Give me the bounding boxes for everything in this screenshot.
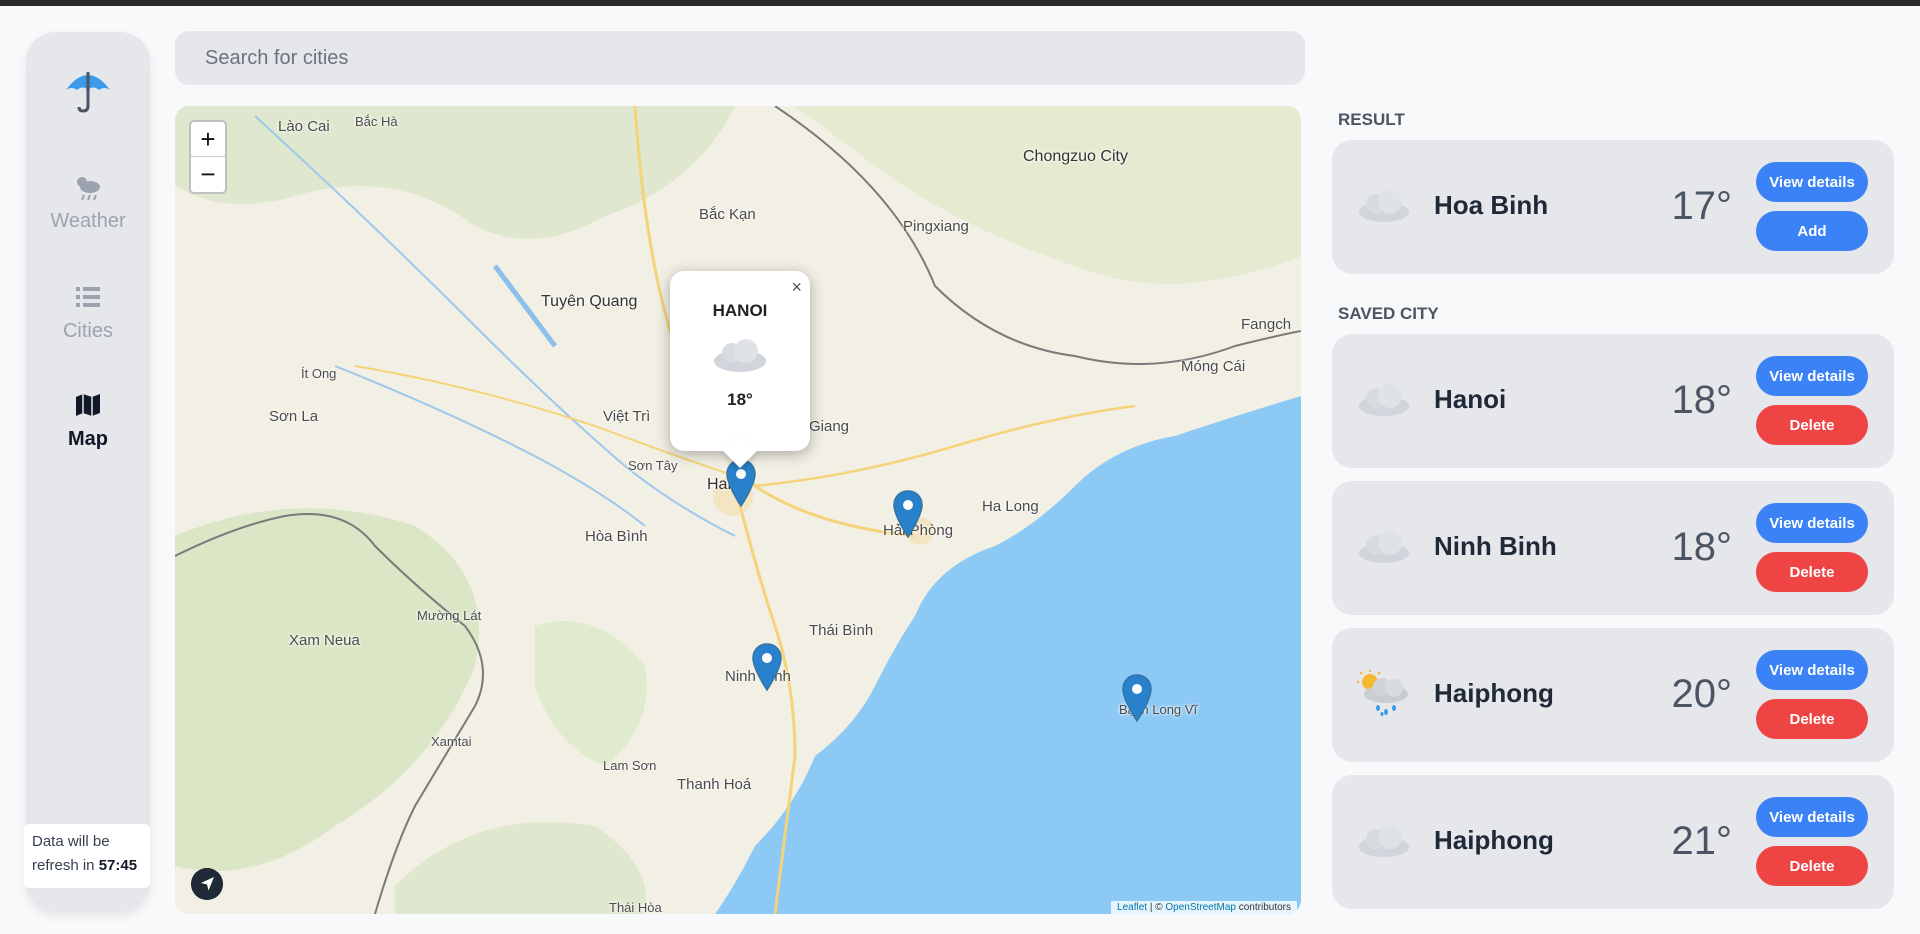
sidebar-item-cities[interactable]: Cities bbox=[26, 282, 150, 343]
view-details-button[interactable]: View details bbox=[1756, 797, 1868, 837]
map-label: Thái Bình bbox=[809, 622, 874, 639]
delete-button[interactable]: Delete bbox=[1756, 405, 1868, 445]
popup-temp: 18° bbox=[727, 390, 753, 409]
map-label: Chongzuo City bbox=[1023, 148, 1128, 165]
add-city-button[interactable]: Add bbox=[1756, 211, 1868, 251]
map-label: Bắc Kạn bbox=[699, 206, 756, 223]
cloud-icon bbox=[714, 339, 766, 372]
sidebar-item-weather[interactable]: Weather bbox=[26, 172, 150, 233]
map-popup: × HANOI 18° bbox=[670, 271, 810, 468]
zoom-control: + − bbox=[189, 120, 227, 194]
sidebar-item-label: Map bbox=[68, 428, 108, 450]
popup-close-button[interactable]: × bbox=[791, 277, 802, 298]
sidebar-item-label: Cities bbox=[62, 320, 113, 342]
map-label: Hòa Bình bbox=[585, 528, 648, 545]
saved-city-card: Haiphong 21° View details Delete bbox=[1332, 775, 1894, 909]
map-label: Ít Ong bbox=[301, 366, 337, 381]
map-label: Sơn Tây bbox=[628, 458, 678, 473]
map-label: Xamtai bbox=[431, 734, 472, 749]
delete-button[interactable]: Delete bbox=[1756, 846, 1868, 886]
saved-city-card: Hanoi 18° View details Delete bbox=[1332, 334, 1894, 468]
city-name: Hoa Binh bbox=[1434, 190, 1549, 220]
weather-icon bbox=[77, 177, 100, 201]
saved-city-card: Ninh Binh 18° View details Delete bbox=[1332, 481, 1894, 615]
map-label: Xam Neua bbox=[289, 632, 360, 649]
view-details-button[interactable]: View details bbox=[1756, 356, 1868, 396]
map-label: Việt Trì bbox=[603, 408, 651, 425]
city-name: Ninh Binh bbox=[1434, 531, 1557, 561]
view-details-button[interactable]: View details bbox=[1756, 503, 1868, 543]
map-label: Bắc Hà bbox=[355, 114, 398, 129]
city-temp: 17° bbox=[1671, 184, 1733, 228]
map-label: Giang bbox=[809, 418, 850, 435]
city-temp: 21° bbox=[1671, 819, 1733, 863]
map-label: Lam Sơn bbox=[603, 758, 657, 773]
map-label: Móng Cái bbox=[1181, 358, 1246, 375]
attribution-suffix: contributors bbox=[1238, 902, 1291, 913]
saved-city-card: Haiphong 20° View details Delete bbox=[1332, 628, 1894, 762]
city-name: Haiphong bbox=[1434, 678, 1554, 708]
city-temp: 18° bbox=[1671, 378, 1733, 422]
view-details-button[interactable]: View details bbox=[1756, 650, 1868, 690]
sidebar-item-map[interactable]: Map bbox=[26, 390, 150, 451]
map-attribution: Leaflet | © OpenStreetMap contributors bbox=[1111, 901, 1297, 914]
cloud-icon bbox=[1359, 825, 1409, 857]
cloud-icon bbox=[1359, 190, 1409, 222]
map-label: Thái Hòa bbox=[609, 900, 662, 914]
refresh-countdown: Data will be refresh in 57:45 bbox=[24, 824, 150, 888]
map-label: Mường Lát bbox=[417, 608, 482, 623]
result-card: Hoa Binh 17° View details Add bbox=[1332, 140, 1894, 274]
map-label: Ha Long bbox=[982, 498, 1039, 515]
search-input[interactable] bbox=[175, 31, 1305, 85]
map-icon bbox=[76, 394, 100, 416]
sidebar: Weather Cities Map Data will be refresh … bbox=[24, 32, 150, 912]
umbrella-logo-icon bbox=[66, 72, 110, 113]
map-label: Fangch bbox=[1241, 316, 1292, 333]
city-temp: 18° bbox=[1671, 525, 1733, 569]
city-temp: 20° bbox=[1671, 672, 1733, 716]
list-icon bbox=[76, 287, 100, 307]
sun-rain-icon bbox=[1357, 670, 1408, 716]
popup-city: HANOI bbox=[712, 301, 768, 320]
sidebar-item-label: Weather bbox=[50, 210, 126, 232]
view-details-button[interactable]: View details bbox=[1756, 162, 1868, 202]
cloud-icon bbox=[1359, 531, 1409, 563]
attribution-separator: | © bbox=[1149, 902, 1163, 913]
result-title: RESULT bbox=[1338, 110, 1405, 129]
marker-pin-icon[interactable] bbox=[750, 642, 784, 692]
city-name: Haiphong bbox=[1434, 825, 1554, 855]
map-view[interactable]: Lào Cai Bắc Hà Chongzuo City Bắc Kạn Pin… bbox=[175, 106, 1301, 914]
zoom-out-button[interactable]: − bbox=[191, 157, 225, 192]
city-name: Hanoi bbox=[1434, 384, 1507, 414]
map-label: Sơn La bbox=[269, 408, 319, 425]
delete-button[interactable]: Delete bbox=[1756, 699, 1868, 739]
map-label: Pingxiang bbox=[903, 218, 969, 235]
saved-city-title: SAVED CITY bbox=[1338, 304, 1439, 323]
top-bar bbox=[0, 0, 1920, 6]
delete-button[interactable]: Delete bbox=[1756, 552, 1868, 592]
leaflet-link[interactable]: Leaflet bbox=[1117, 902, 1147, 913]
map-label: Lào Cai bbox=[278, 118, 330, 135]
cloud-icon bbox=[1359, 384, 1409, 416]
map-label: Tuyên Quang bbox=[541, 293, 638, 310]
marker-pin-icon[interactable] bbox=[1120, 673, 1154, 723]
marker-pin-icon[interactable] bbox=[891, 489, 925, 539]
osm-link[interactable]: OpenStreetMap bbox=[1165, 902, 1236, 913]
map-label: Thanh Hoá bbox=[677, 776, 752, 793]
locate-me-icon[interactable] bbox=[191, 868, 223, 900]
zoom-in-button[interactable]: + bbox=[191, 122, 225, 157]
refresh-timer: 57:45 bbox=[98, 857, 138, 874]
